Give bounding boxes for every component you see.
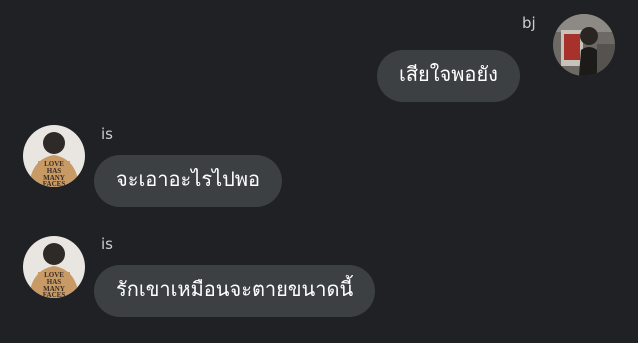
message-bubble[interactable]: เสียใจพอยัง — [377, 50, 520, 102]
message-bubble[interactable]: จะเอาอะไรไปพอ — [94, 155, 283, 207]
person-love-has-many-faces-shirt-avatar[interactable]: LOVE HAS MANY FACES — [23, 236, 85, 298]
sender-name: is — [101, 125, 113, 143]
sender-name: is — [101, 235, 113, 253]
svg-text:FACES: FACES — [43, 180, 66, 187]
sender-name: bj — [522, 14, 536, 32]
person-with-painting-avatar[interactable] — [553, 14, 615, 76]
chat-thread: bj เสียใจพอยัง LOVE HAS MANY FACES is จะ… — [0, 0, 638, 343]
svg-text:FACES: FACES — [43, 291, 66, 298]
message-bubble[interactable]: รักเขาเหมือนจะตายขนาดนี้ — [94, 265, 376, 317]
person-love-has-many-faces-shirt-avatar[interactable]: LOVE HAS MANY FACES — [23, 125, 85, 187]
